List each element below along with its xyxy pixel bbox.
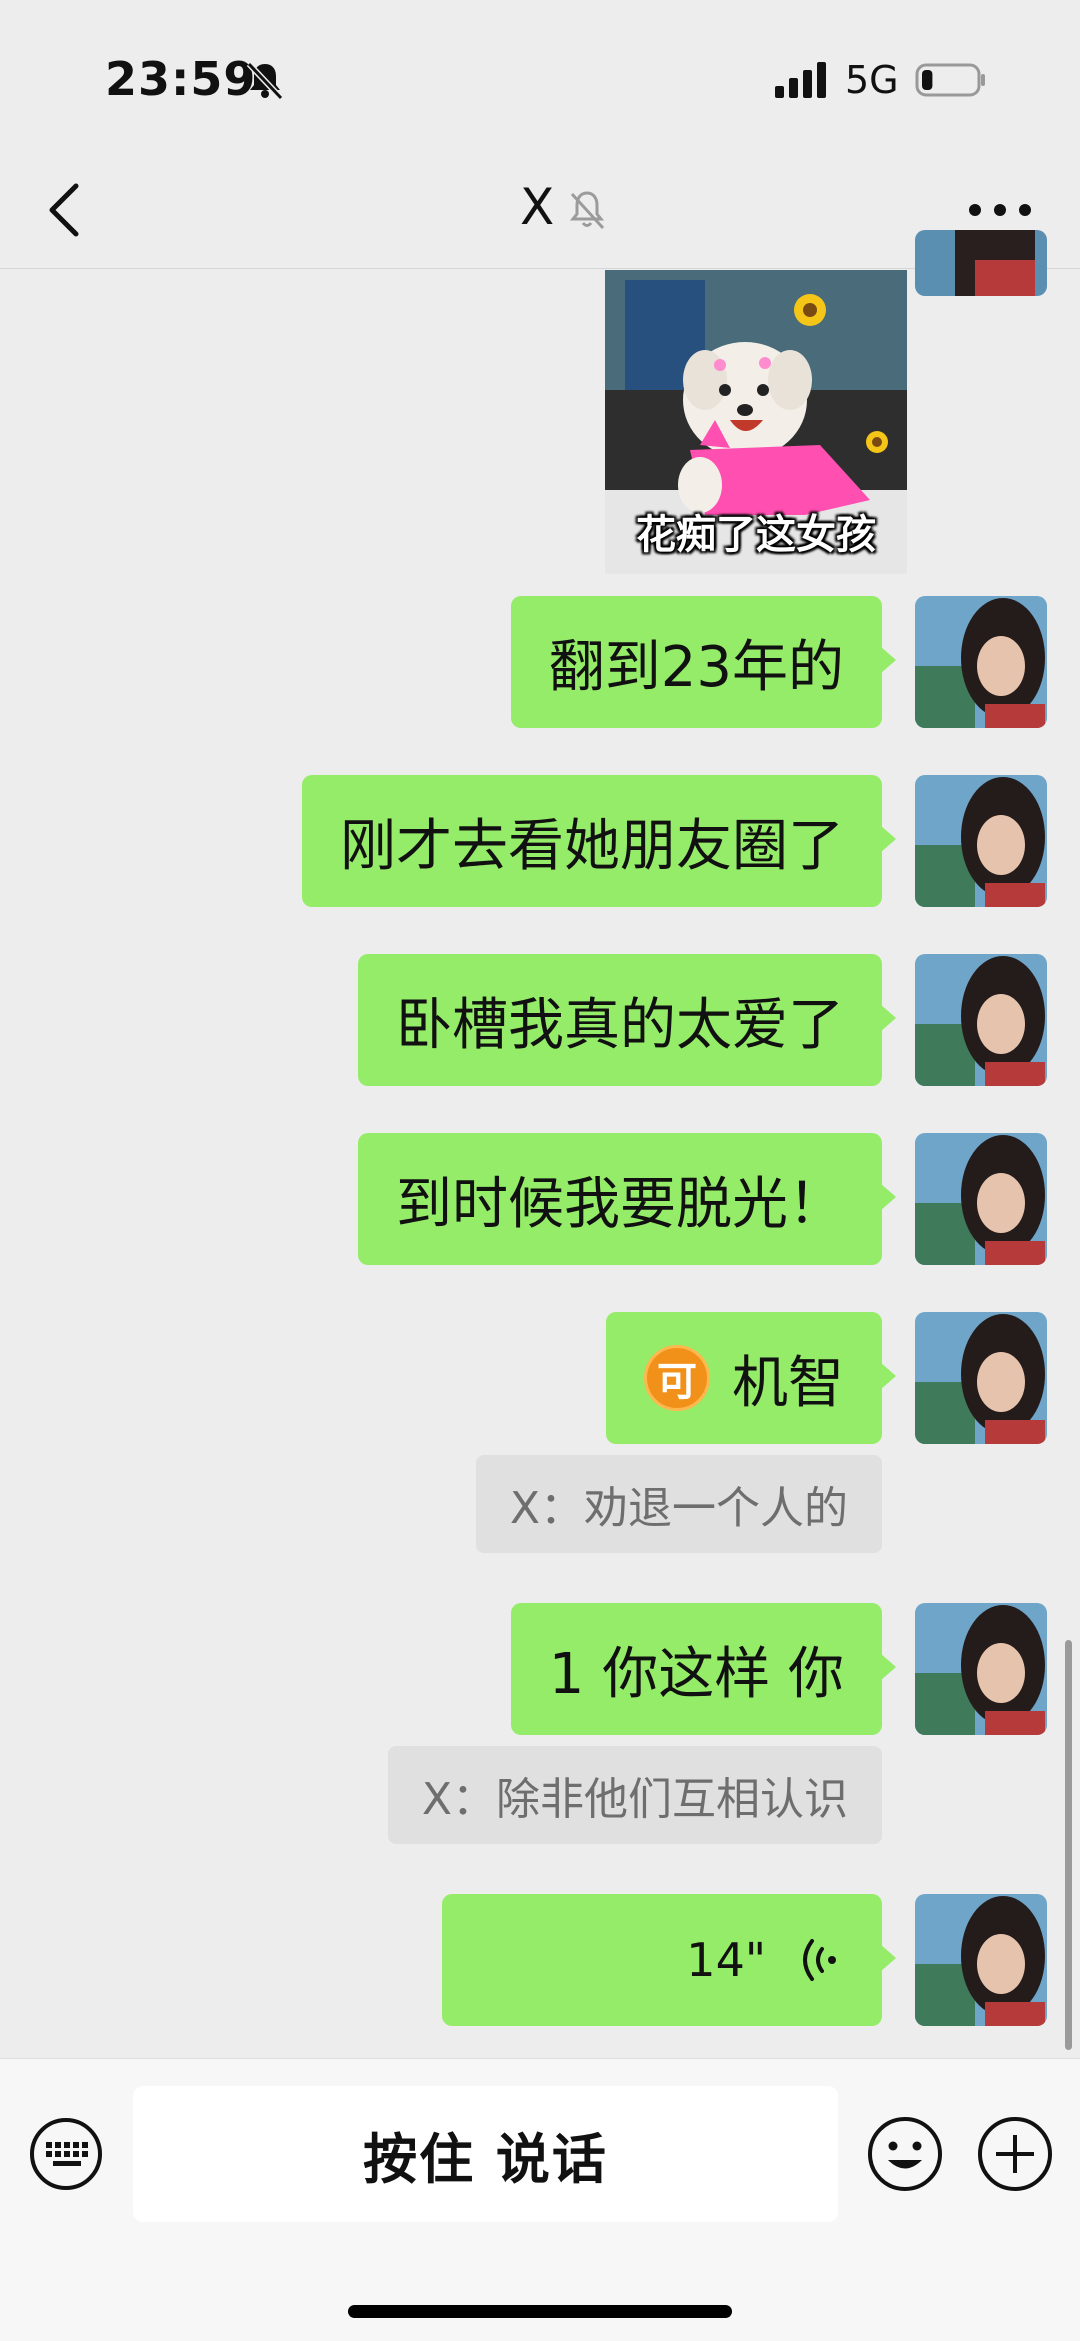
message-bubble[interactable]: 翻到23年的 xyxy=(510,596,897,728)
home-indicator[interactable] xyxy=(348,2305,732,2318)
status-time: 23:59 xyxy=(105,52,257,106)
avatar[interactable] xyxy=(915,596,1047,728)
sticker-caption: 花痴了这女孩 xyxy=(636,512,876,558)
mute-icon xyxy=(569,191,605,230)
keyboard-icon[interactable] xyxy=(28,2116,104,2192)
hold-to-talk-button[interactable]: 按住 说话 xyxy=(133,2086,838,2222)
scrollbar[interactable] xyxy=(1065,1640,1072,2050)
network-type: 5G xyxy=(845,58,899,102)
emoji-badge-icon: 可 xyxy=(644,1345,710,1411)
quoted-message[interactable]: X：劝退一个人的 xyxy=(475,1455,882,1553)
signal-icon xyxy=(775,62,826,98)
battery-icon xyxy=(915,63,985,97)
voice-duration: 14" xyxy=(686,1933,766,1987)
chat-screen: 23:59 5G X 花痴了这女孩 翻到23年的 刚才去看她朋友圈了 卧槽我真的… xyxy=(0,0,1080,2341)
avatar[interactable] xyxy=(915,1894,1047,2026)
avatar[interactable] xyxy=(915,1312,1047,1444)
message-bubble[interactable]: 到时候我要脱光！ xyxy=(358,1133,896,1265)
message-bubble[interactable]: 1 你这样 你 xyxy=(510,1603,897,1735)
avatar[interactable] xyxy=(915,1603,1047,1735)
chat-title[interactable]: X xyxy=(520,178,554,236)
avatar[interactable] xyxy=(915,775,1047,907)
bell-off-icon xyxy=(246,61,284,100)
message-text: 机智 xyxy=(732,1350,844,1416)
back-chevron-icon[interactable] xyxy=(40,180,90,240)
status-bar: 23:59 5G xyxy=(0,0,1080,150)
sticker-image[interactable]: 花痴了这女孩 xyxy=(605,270,907,574)
quoted-message[interactable]: X：除非他们互相认识 xyxy=(387,1746,882,1844)
more-dots-icon[interactable] xyxy=(965,198,1035,222)
emoji-icon[interactable] xyxy=(866,2115,944,2193)
avatar[interactable] xyxy=(915,954,1047,1086)
avatar[interactable] xyxy=(915,1133,1047,1265)
plus-icon[interactable] xyxy=(976,2115,1054,2193)
message-bubble[interactable]: 刚才去看她朋友圈了 xyxy=(302,775,896,907)
input-bar: 按住 说话 xyxy=(0,2058,1080,2341)
avatar[interactable] xyxy=(915,230,1047,296)
voice-wave-icon xyxy=(803,1939,836,1981)
message-bubble[interactable]: 可 机智 xyxy=(606,1312,896,1444)
voice-message-bubble[interactable]: 14" xyxy=(442,1894,896,2026)
message-bubble[interactable]: 卧槽我真的太爱了 xyxy=(358,954,896,1086)
